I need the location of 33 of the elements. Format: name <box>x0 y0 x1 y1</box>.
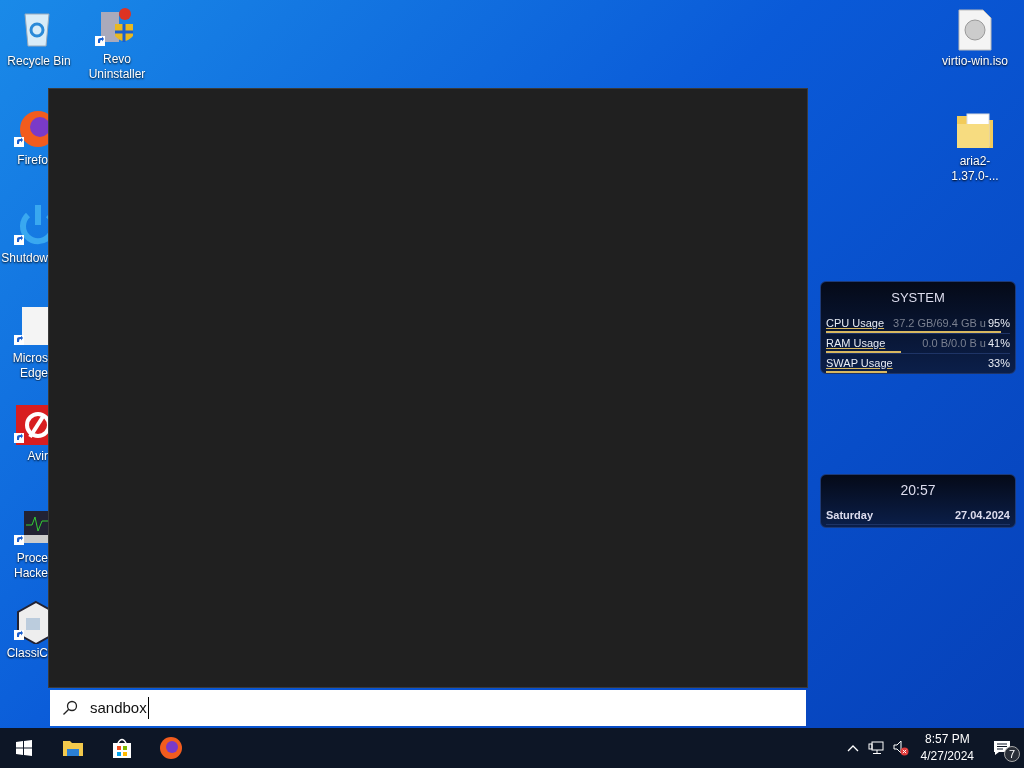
desktop-icon-label[interactable]: ClassiC <box>6 646 48 661</box>
widget-title: SYSTEM <box>890 289 946 307</box>
metric-value: 95% <box>987 315 1010 331</box>
metric-value: 41% <box>987 335 1010 351</box>
desktop-icon-label[interactable]: Revo Uninstaller <box>78 52 156 82</box>
metric-detail: 0.0 B/0.0 B u <box>922 335 986 351</box>
date-label: 27.04.2024 <box>954 508 1010 523</box>
chevron-up-icon[interactable] <box>846 744 859 752</box>
desktop-icon-label[interactable]: aria2-1.37.0-... <box>936 154 1014 184</box>
notifications-button[interactable]: 7 <box>980 728 1024 768</box>
metric-label: SWAP Usage <box>826 355 893 371</box>
metric-detail: 37.2 GB/69.4 GB u <box>893 315 986 331</box>
desktop-icon-label[interactable]: Recycle Bin <box>7 54 71 69</box>
cube-icon[interactable] <box>14 600 48 644</box>
desktop-icon-label[interactable]: Proce Hacke <box>0 551 48 581</box>
muted-speaker-icon[interactable] <box>892 740 909 756</box>
search-icon <box>62 700 78 716</box>
fox-globe-icon[interactable] <box>158 736 183 760</box>
metric-value: 33% <box>987 355 1010 371</box>
desktop-icon-label[interactable]: Avir <box>27 449 48 464</box>
clock-time: 20:57 <box>899 481 937 500</box>
metric-label: CPU Usage <box>826 315 885 331</box>
desktop-icon-label[interactable]: Firefo <box>17 153 48 168</box>
desktop-icon-label[interactable]: Shutdow <box>1 251 48 266</box>
desktop-icon-label[interactable]: Micros Edge <box>0 351 48 381</box>
notification-count: 7 <box>1004 746 1020 762</box>
desktop-icon-label[interactable]: virtio-win.iso <box>942 54 1008 69</box>
windows-logo-icon <box>16 740 32 756</box>
metric-label: RAM Usage <box>826 335 886 351</box>
day-label: Saturday <box>826 508 874 523</box>
search-field[interactable]: sandbox <box>50 690 806 726</box>
network-icon[interactable] <box>867 741 884 755</box>
taskbar-clock[interactable]: 8:57 PM 4/27/2024 <box>914 731 980 765</box>
